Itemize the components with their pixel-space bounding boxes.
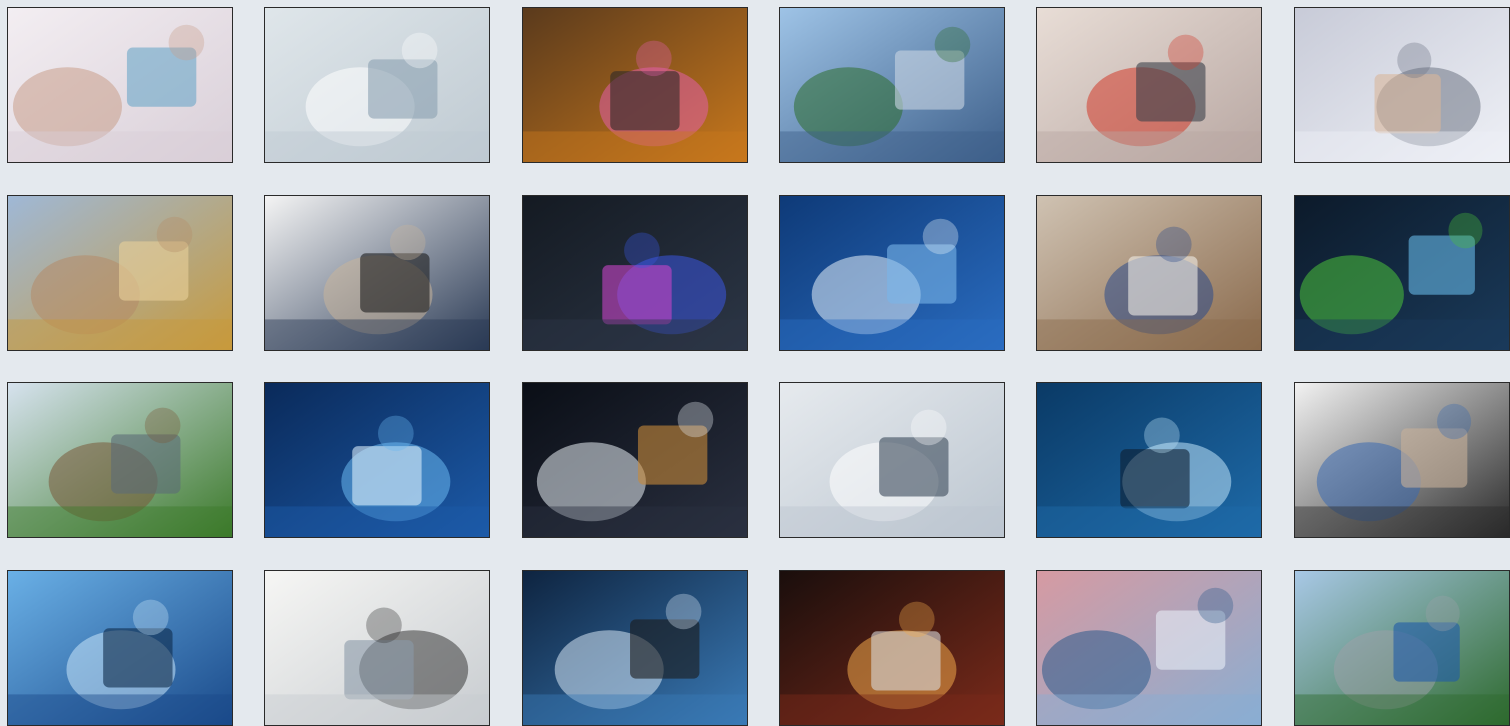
sprout-icon — [1295, 196, 1509, 350]
medical-cross-icon — [780, 196, 1004, 350]
desktop-computer-icon — [265, 196, 489, 350]
circuit-icon — [523, 383, 747, 537]
phone-video-call-icon — [8, 8, 232, 162]
photo-tile-workers-on-solar-roof — [1036, 7, 1262, 163]
car-icon — [1295, 571, 1509, 725]
network-icon — [1037, 383, 1261, 537]
photo-tile-engineer-monitors — [522, 570, 748, 726]
tablet-icon — [8, 383, 232, 537]
photo-tile-satellite-dish-array — [1294, 7, 1510, 163]
wind-turbine-icon — [1037, 571, 1261, 725]
photo-tile-offshore-wind-farm — [1036, 570, 1262, 726]
worker-icon — [1037, 8, 1261, 162]
satellite-dish-icon — [1295, 8, 1509, 162]
photo-tile-smart-city-wifi — [7, 570, 233, 726]
photo-tile-doctor-body-hologram — [264, 7, 490, 163]
photo-tile-farmer-with-laptop — [7, 195, 233, 351]
photo-tile-thermal-camera-plant — [522, 195, 748, 351]
photo-tile-highway-traffic — [1294, 570, 1510, 726]
hand-touch-icon — [780, 571, 1004, 725]
photo-tile-circuit-screen-night — [522, 382, 748, 538]
photo-tile-hand-tech-icons — [779, 570, 1005, 726]
photo-tile-doctor-medical-icons — [779, 382, 1005, 538]
photo-tile-smart-city-phone — [264, 382, 490, 538]
photo-tile-plant-sprout-tech — [1294, 195, 1510, 351]
image-mosaic — [0, 0, 1510, 726]
photo-tile-telemedicine-phone-call — [7, 7, 233, 163]
human-body-hologram-icon — [265, 8, 489, 162]
photo-tile-farmer-crop-field — [7, 382, 233, 538]
smartphone-icon — [265, 383, 489, 537]
photo-tile-students-computer-lab — [264, 195, 490, 351]
photo-tile-medical-touch-interface — [779, 195, 1005, 351]
photo-tile-video-consultation — [1294, 382, 1510, 538]
wifi-icon — [8, 571, 232, 725]
photo-tile-connected-city-skyline — [1036, 382, 1262, 538]
photo-tile-family-using-tablet — [522, 7, 748, 163]
tablet-icon — [523, 8, 747, 162]
whiteboard-icon — [265, 571, 489, 725]
book-icon — [1037, 196, 1261, 350]
stethoscope-icon — [780, 383, 1004, 537]
laptop-video-icon — [1295, 383, 1509, 537]
thermal-camera-icon — [523, 196, 747, 350]
photo-tile-students-library-table — [1036, 195, 1262, 351]
solar-panel-icon — [780, 8, 1004, 162]
photo-tile-solar-panels-city — [779, 7, 1005, 163]
photo-tile-office-meeting — [264, 570, 490, 726]
monitor-icon — [523, 571, 747, 725]
laptop-icon — [8, 196, 232, 350]
